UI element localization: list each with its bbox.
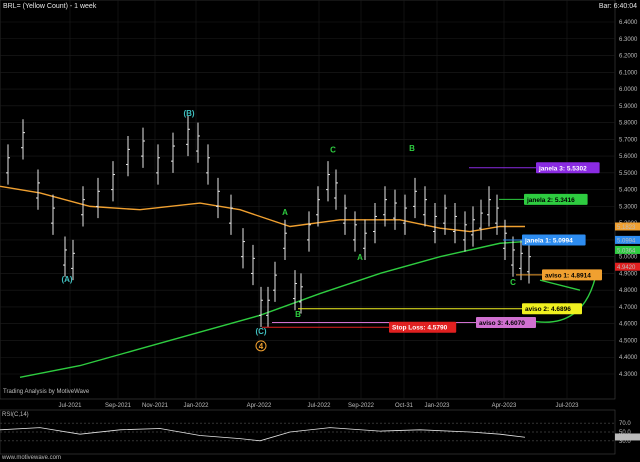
level-label: janela 3: 5.5302 bbox=[538, 165, 587, 172]
level-label: janela 1: 5.0994 bbox=[524, 238, 573, 245]
x-tick-label: Apr-2023 bbox=[492, 403, 517, 409]
x-tick-label: Jul-2022 bbox=[307, 403, 331, 409]
x-tick-label: Sep-2022 bbox=[348, 403, 375, 409]
price-tag-label: 5.0994 bbox=[617, 238, 636, 244]
price-chart[interactable]: janela 3: 5.5302 janela 2: 5.3416 janela 1… bbox=[0, 0, 640, 462]
y-tick-label: 6.2000 bbox=[619, 54, 638, 60]
level-label: aviso 2: 4.6896 bbox=[525, 306, 571, 313]
y-tick-label: 5.4000 bbox=[619, 188, 638, 194]
x-tick-label: Nov-2021 bbox=[142, 403, 169, 409]
rsi-title: RSI(C,14) bbox=[2, 412, 29, 418]
level-label: aviso 3: 4.6070 bbox=[479, 320, 525, 327]
wave-label: B bbox=[409, 144, 415, 153]
x-tick-label: Jan-2022 bbox=[183, 403, 209, 409]
bar-time: Bar: 6:40:04 bbox=[599, 3, 637, 10]
y-tick-label: 5.3000 bbox=[619, 204, 638, 210]
price-tag-label: 4.9420 bbox=[617, 265, 636, 271]
y-tick-label: 4.7000 bbox=[619, 305, 638, 311]
y-tick-label: 4.4000 bbox=[619, 355, 638, 361]
wave-label: (C) bbox=[255, 327, 266, 336]
watermark: www.motivewave.com bbox=[1, 455, 61, 461]
wave-label: A bbox=[357, 253, 363, 262]
x-tick-label: Sep-2021 bbox=[105, 403, 132, 409]
y-tick-label: 4.9000 bbox=[619, 271, 638, 277]
y-tick-label: 4.5000 bbox=[619, 338, 638, 344]
wave-label: (A) bbox=[61, 275, 72, 284]
y-tick-label: 6.1000 bbox=[619, 70, 638, 76]
y-tick-label: 5.8000 bbox=[619, 121, 638, 127]
price-tag-label: 5.1823 bbox=[617, 225, 636, 231]
level-label: Stop Loss: 4.5790 bbox=[392, 325, 448, 332]
chart-title: BRL= (Yellow Count) - 1 week bbox=[3, 3, 97, 10]
y-tick-label: 5.7000 bbox=[619, 137, 638, 143]
rsi-value-label: 38.7 bbox=[617, 435, 629, 441]
y-tick-label: 4.6000 bbox=[619, 322, 638, 328]
y-tick-label: 6.0000 bbox=[619, 87, 638, 93]
wave-label: 4 bbox=[259, 342, 264, 351]
wave-label: (B) bbox=[183, 109, 194, 118]
credit-text: Trading Analysis by MotiveWave bbox=[3, 389, 90, 395]
x-tick-label: Jul-2023 bbox=[555, 403, 579, 409]
y-tick-label: 4.3000 bbox=[619, 372, 638, 378]
price-tag-label: 5.0364 bbox=[617, 248, 636, 254]
rsi-tick-label: 70.0 bbox=[619, 421, 631, 427]
y-tick-label: 5.0000 bbox=[619, 255, 638, 261]
y-tick-label: 6.3000 bbox=[619, 37, 638, 43]
wave-label: C bbox=[510, 278, 516, 287]
y-tick-label: 5.9000 bbox=[619, 104, 638, 110]
level-label: janela 2: 5.3416 bbox=[526, 197, 575, 204]
y-tick-label: 4.8000 bbox=[619, 288, 638, 294]
y-tick-label: 5.6000 bbox=[619, 154, 638, 160]
wave-label: A bbox=[282, 208, 288, 217]
wave-label: B bbox=[295, 310, 301, 319]
y-tick-label: 5.5000 bbox=[619, 171, 638, 177]
x-tick-label: Oct-31 bbox=[395, 403, 414, 409]
x-tick-label: Jul-2021 bbox=[58, 403, 82, 409]
level-label: aviso 1: 4.8914 bbox=[545, 272, 591, 279]
x-tick-label: Jan-2023 bbox=[424, 403, 450, 409]
wave-label: C bbox=[330, 146, 336, 155]
x-tick-label: Apr-2022 bbox=[247, 403, 272, 409]
y-tick-label: 6.4000 bbox=[619, 20, 638, 26]
